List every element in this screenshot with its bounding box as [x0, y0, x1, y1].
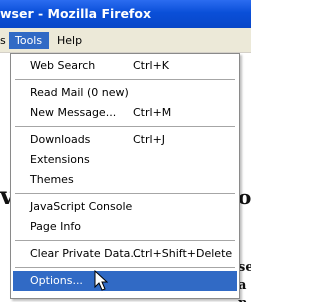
- menu-item-clear-private-data[interactable]: Clear Private Data... Ctrl+Shift+Delete: [13, 244, 237, 264]
- menu-tools[interactable]: Tools: [9, 32, 49, 49]
- menu-item-label: Web Search: [30, 59, 96, 72]
- menu-partial[interactable]: s: [0, 32, 6, 49]
- menu-item-themes[interactable]: Themes: [13, 170, 237, 190]
- menu-separator: [15, 79, 235, 80]
- menu-item-label: JavaScript Console: [30, 200, 133, 213]
- menu-item-javascript-console[interactable]: JavaScript Console: [13, 197, 237, 217]
- menu-item-label: Options...: [30, 274, 83, 287]
- window-titlebar: wser - Mozilla Firefox: [0, 0, 251, 28]
- menu-item-read-mail[interactable]: Read Mail (0 new): [13, 83, 237, 103]
- menu-item-shortcut: Ctrl+J: [133, 133, 166, 146]
- menu-item-options[interactable]: Options...: [13, 271, 237, 291]
- menu-help[interactable]: Help: [53, 32, 83, 49]
- menu-separator: [15, 193, 235, 194]
- menu-item-page-info[interactable]: Page Info: [13, 217, 237, 237]
- menu-item-new-message[interactable]: New Message... Ctrl+M: [13, 103, 237, 123]
- menu-item-shortcut: Ctrl+K: [133, 59, 170, 72]
- menu-item-web-search[interactable]: Web Search Ctrl+K: [13, 56, 237, 76]
- menu-item-label: Page Info: [30, 220, 81, 233]
- menu-separator: [15, 126, 235, 127]
- menu-item-downloads[interactable]: Downloads Ctrl+J: [13, 130, 237, 150]
- page-heading-fragment: v: [0, 181, 10, 210]
- menu-item-label: Extensions: [30, 153, 90, 166]
- menu-item-label: New Message...: [30, 106, 117, 119]
- menu-item-label: Themes: [30, 173, 74, 186]
- menu-item-extensions[interactable]: Extensions: [13, 150, 237, 170]
- menu-item-label: Downloads: [30, 133, 91, 146]
- mouse-pointer-icon: [94, 270, 108, 291]
- menubar: s Tools Help: [0, 28, 251, 53]
- menu-item-shortcut: Ctrl+M: [133, 106, 172, 119]
- menu-item-label: Read Mail (0 new): [30, 86, 129, 99]
- menu-separator: [15, 267, 235, 268]
- tools-menu-dropdown: Web Search Ctrl+K Read Mail (0 new) New …: [10, 53, 240, 299]
- window-title: wser - Mozilla Firefox: [0, 6, 152, 21]
- menu-separator: [15, 240, 235, 241]
- menu-item-shortcut: Ctrl+Shift+Delete: [133, 247, 233, 260]
- menu-item-label: Clear Private Data...: [30, 247, 141, 260]
